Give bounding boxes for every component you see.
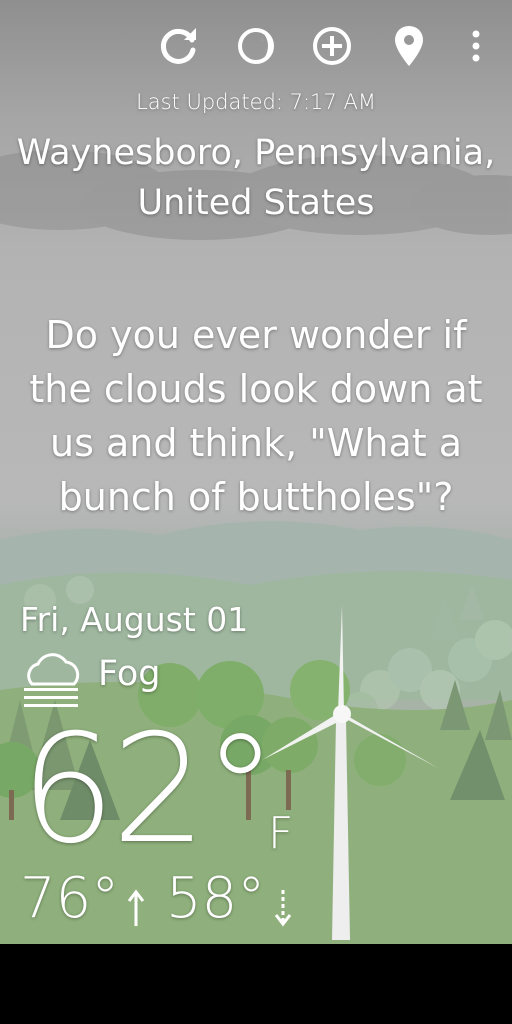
last-updated-text: Last Updated: 7:17 AM [136,90,376,114]
overflow-menu-icon[interactable] [452,22,500,70]
refresh-icon[interactable] [154,22,202,70]
location-pin-icon[interactable] [385,22,433,70]
condition-text: Fog [98,654,161,694]
add-location-icon[interactable] [308,22,356,70]
temperature-unit: F [268,808,294,859]
current-temperature: 62° [20,703,278,877]
arrow-up-icon [127,889,145,926]
high-temperature: 76° [20,866,120,931]
location-line-1: Waynesboro, Pennsylvania, [16,133,496,173]
location-title[interactable]: Waynesboro, Pennsylvania, United States [0,128,512,228]
system-navigation-bar [0,944,512,1024]
location-line-2: United States [137,183,375,223]
forecast-date: Fri, August 01 [20,600,249,639]
weather-quote: Do you ever wonder if the clouds look do… [29,313,483,519]
moon-phase-icon[interactable] [232,22,280,70]
weather-screen: Last Updated: 7:17 AM Waynesboro, Pennsy… [0,0,512,944]
low-temperature: 58° [166,866,266,931]
top-toolbar [0,22,512,70]
arrow-down-icon [274,890,292,927]
